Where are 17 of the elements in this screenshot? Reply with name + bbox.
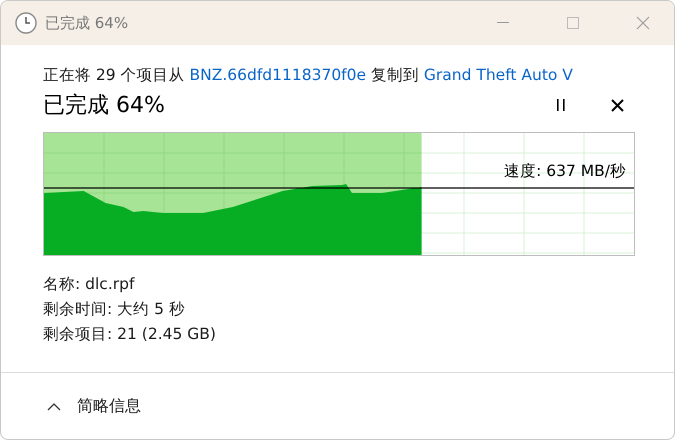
copy-status-text: 正在将 29 个项目从 BNZ.66dfd1118370f0e 复制到 Grand Theft Auto V <box>43 65 574 86</box>
minimize-icon <box>497 22 509 24</box>
speed-text: 速度: 637 MB/秒 <box>504 161 626 182</box>
pause-icon <box>556 99 566 111</box>
detail-text: 剩余时间: 大约 5 秒 <box>43 299 186 320</box>
clock-icon <box>15 12 37 34</box>
close-icon <box>610 98 624 112</box>
detail-text: 剩余项目: 21 (2.45 GB) <box>43 324 217 345</box>
maximize-icon <box>567 17 579 29</box>
window-title: 已完成 64% <box>45 14 130 32</box>
progress-heading: 已完成 64% <box>43 92 166 120</box>
detail-text: 名称: dlc.rpf <box>43 274 136 295</box>
close-icon <box>636 16 650 30</box>
details-toggle[interactable]: 简略信息 <box>47 396 141 416</box>
chevron-up-icon <box>47 402 61 410</box>
folder-link[interactable]: Grand Theft Auto V <box>424 66 573 84</box>
folder-link[interactable]: BNZ.66dfd1118370f0e <box>190 66 366 84</box>
